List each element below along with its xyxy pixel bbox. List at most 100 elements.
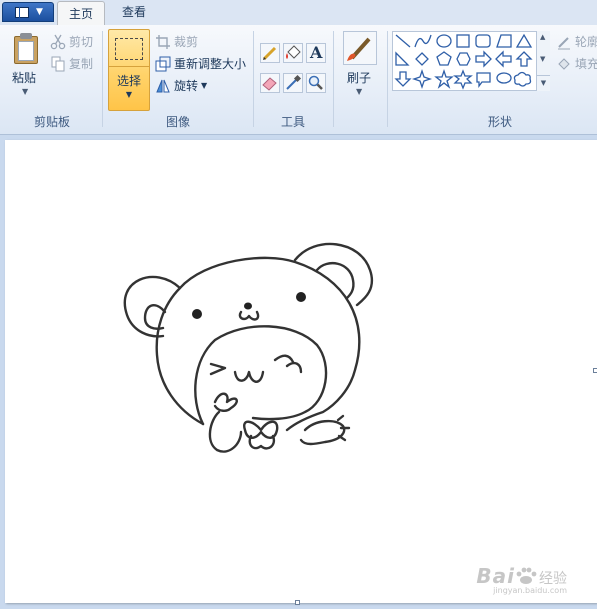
drawing-canvas[interactable]: Bai 经验 jingyan.baidu.com (5, 140, 597, 603)
line-shape-icon (395, 34, 411, 48)
polygon-shape-icon (496, 34, 512, 48)
oval-shape-icon (436, 34, 452, 48)
crop-label: 裁剪 (174, 35, 199, 49)
bottom-right-paw (299, 419, 346, 446)
gallery-expand-icon[interactable]: ▼ (537, 75, 550, 90)
bear-face-inner (194, 325, 328, 426)
tools-group-label: 工具 (280, 115, 305, 129)
scroll-down-icon[interactable]: ▼ (540, 55, 545, 63)
workspace: Bai 经验 jingyan.baidu.com (0, 136, 597, 609)
five-point-star-shape-icon (434, 68, 454, 89)
brushes-label: 刷子 (347, 71, 372, 85)
rounded-callout-shape-icon (476, 72, 491, 88)
right-paw-claws (336, 414, 351, 442)
cut-label: 剪切 (69, 35, 94, 49)
eraser-icon[interactable] (260, 73, 280, 93)
crop-button[interactable]: 裁剪 (155, 33, 198, 50)
copy-button[interactable]: 复制 (50, 55, 93, 72)
copy-label: 复制 (69, 57, 94, 71)
document-icon (15, 7, 29, 18)
group-separator (102, 31, 103, 127)
bear-mouth (238, 310, 260, 321)
shapes-group-label: 形状 (487, 115, 512, 129)
outline-label: 轮廓 (575, 35, 597, 49)
app-menu-button[interactable]: ▼ (2, 2, 54, 22)
left-eye (192, 309, 202, 319)
six-point-star-shape-icon (453, 69, 473, 90)
shapes-gallery-scroll[interactable]: ▲ ▼ ▼ (536, 31, 550, 91)
paste-chevron-icon[interactable]: ▼ (22, 87, 28, 96)
arrow-up-shape-icon (515, 51, 533, 67)
baidu-watermark: Bai 经验 jingyan.baidu.com (476, 564, 567, 595)
paste-button[interactable]: 粘贴 (12, 69, 36, 86)
select-marquee-icon (115, 38, 143, 60)
pencil-icon[interactable] (260, 43, 280, 63)
tab-home[interactable]: 主页 (57, 1, 105, 26)
tab-strip: ▼ 主页 查看 (0, 0, 597, 26)
cut-button[interactable]: 剪切 (50, 33, 93, 50)
select-chevron-icon[interactable]: ▼ (109, 90, 149, 99)
outline-button[interactable]: 轮廓 (556, 33, 597, 50)
resize-icon (155, 56, 171, 71)
triangle-shape-icon (515, 33, 533, 48)
shapes-grid (394, 33, 533, 90)
right-eye-mark (273, 354, 295, 364)
crop-icon (156, 34, 170, 49)
brushes-chevron-icon[interactable]: ▼ (356, 87, 362, 96)
ribbon: 粘贴 ▼ 剪切 复制 剪贴板 选择 ▼ 裁剪 重新调整大小 旋转 ▼ 图像 A … (0, 25, 597, 135)
chevron-down-icon: ▼ (36, 7, 43, 17)
right-triangle-shape-icon (395, 51, 410, 66)
scissors-icon (50, 34, 66, 49)
copy-icon (51, 56, 65, 71)
paste-icon[interactable] (12, 33, 40, 65)
bear-paw-charm (213, 392, 238, 412)
curve-shape-icon (414, 34, 432, 48)
arrow-left-shape-icon (495, 50, 512, 68)
clipboard-group-label: 剪贴板 (33, 115, 70, 129)
group-separator (253, 31, 254, 127)
paste-label: 粘贴 (12, 71, 37, 85)
bear-smile (233, 370, 265, 383)
right-eye-mark-2 (285, 361, 303, 374)
magnifier-icon[interactable] (306, 73, 326, 93)
group-separator (387, 31, 388, 127)
fill-shape-icon (558, 57, 570, 70)
left-squint-eye (209, 362, 227, 376)
rounded-rectangle-shape-icon (475, 34, 491, 48)
watermark-logo: Bai (476, 564, 515, 588)
image-group-label: 图像 (165, 115, 190, 129)
fill-icon[interactable] (283, 43, 303, 63)
tab-view[interactable]: 查看 (112, 0, 156, 25)
bottom-left-paw (208, 410, 243, 453)
arrow-right-shape-icon (475, 50, 492, 68)
resize-label: 重新调整大小 (174, 57, 247, 71)
group-separator (333, 31, 334, 127)
rectangle-shape-icon (456, 34, 470, 48)
right-eye (296, 292, 306, 302)
canvas-resize-handle-bottom[interactable] (295, 600, 300, 605)
text-icon[interactable]: A (306, 43, 326, 63)
select-label: 选择 (116, 74, 141, 88)
select-button[interactable]: 选择 ▼ (108, 29, 150, 111)
brush-icon[interactable] (343, 31, 377, 65)
bear-drawing (123, 242, 373, 453)
right-inner-ear (315, 261, 355, 300)
fill-button[interactable]: 填充 (556, 55, 597, 72)
brushes-button[interactable]: 刷子 (347, 69, 371, 86)
diamond-shape-icon (415, 52, 429, 66)
rotate-chevron-icon[interactable]: ▼ (201, 81, 207, 90)
arrow-down-shape-icon (394, 71, 412, 87)
right-ear (293, 242, 373, 307)
rotate-button[interactable]: 旋转 ▼ (155, 77, 207, 94)
bear-nose (244, 302, 252, 310)
oval-callout-shape-icon (496, 72, 512, 84)
pentagon-shape-icon (436, 51, 452, 66)
scroll-up-icon[interactable]: ▲ (540, 33, 545, 41)
paw-logo-icon (516, 567, 537, 584)
four-point-star-shape-icon (411, 68, 433, 90)
resize-button[interactable]: 重新调整大小 (155, 55, 246, 72)
color-picker-icon[interactable] (283, 73, 303, 93)
outline-icon (558, 36, 570, 49)
shapes-gallery (392, 31, 550, 91)
canvas-resize-handle-right[interactable] (593, 368, 597, 373)
